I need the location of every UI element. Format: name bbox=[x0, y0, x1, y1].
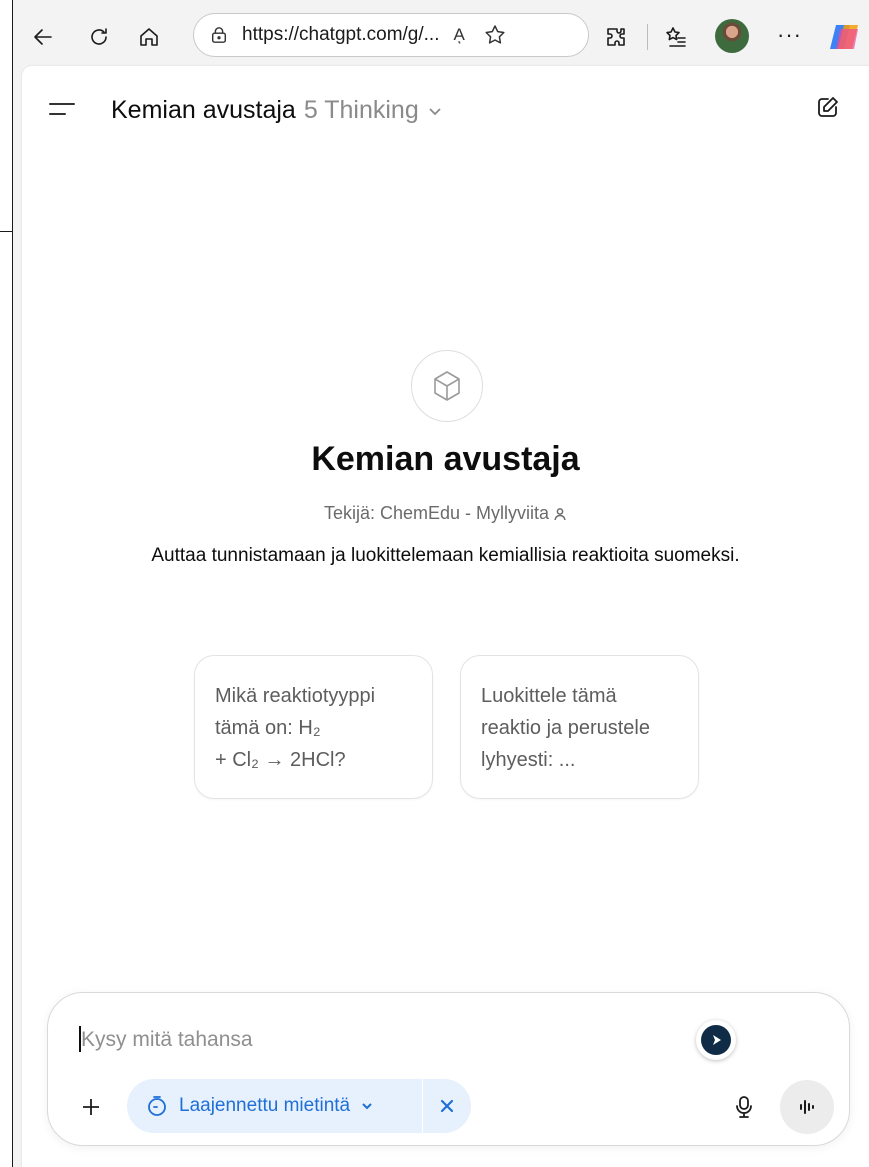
browser-toolbar: https://chatgpt.com/g/... Aͅ ··· bbox=[14, 0, 869, 72]
microphone-button[interactable] bbox=[717, 1080, 771, 1134]
chat-page: Kemian avustaja 5 Thinking Kemian avusta… bbox=[22, 66, 869, 1167]
conversation-starter[interactable]: Luokittele tämä reaktio ja perustele lyh… bbox=[460, 655, 699, 799]
microphone-icon bbox=[736, 1096, 752, 1118]
prompt-input[interactable] bbox=[81, 1023, 601, 1057]
gpt-author: Tekijä: ChemEdu - Myllyviita bbox=[22, 503, 869, 526]
model-selector[interactable]: Kemian avustaja 5 Thinking bbox=[111, 96, 443, 125]
extended-thinking-toggle[interactable]: Laajennettu mietintä bbox=[127, 1079, 471, 1133]
read-aloud-icon[interactable]: Aͅ bbox=[454, 25, 465, 45]
address-bar[interactable]: https://chatgpt.com/g/... Aͅ bbox=[193, 13, 589, 57]
mode-label: Laajennettu mietintä bbox=[179, 1095, 351, 1116]
plus-icon bbox=[83, 1099, 99, 1115]
starter-line: Luokittele tämä bbox=[481, 685, 617, 707]
home-icon[interactable] bbox=[132, 20, 166, 54]
person-icon bbox=[553, 505, 567, 526]
author-text: Tekijä: ChemEdu - Myllyviita bbox=[323, 503, 550, 523]
back-arrow-icon[interactable] bbox=[26, 20, 60, 54]
chevron-down-icon bbox=[427, 103, 443, 119]
url-text[interactable]: https://chatgpt.com/g/... bbox=[242, 24, 440, 46]
conversation-starter[interactable]: Mikä reaktiotyyppi tämä on: H₂ + Cl₂ → 2… bbox=[194, 655, 433, 799]
star-icon[interactable] bbox=[483, 23, 507, 47]
gpt-avatar bbox=[411, 350, 483, 422]
voice-wave-icon bbox=[800, 1100, 814, 1114]
more-dots-icon[interactable]: ··· bbox=[777, 22, 802, 48]
header-gpt-name: Kemian avustaja bbox=[111, 96, 296, 124]
puzzle-icon[interactable] bbox=[599, 20, 633, 54]
cube-icon bbox=[434, 371, 460, 401]
starter-line: tämä on: H₂ bbox=[215, 717, 321, 739]
starter-line: reaktio ja perustele bbox=[481, 717, 650, 739]
new-chat-icon[interactable] bbox=[815, 94, 843, 122]
toolbar-divider bbox=[647, 24, 648, 50]
message-composer: Laajennettu mietintä bbox=[47, 992, 850, 1146]
sidebar-toggle-icon[interactable] bbox=[49, 96, 79, 120]
voice-mode-button[interactable] bbox=[780, 1080, 834, 1134]
close-icon[interactable] bbox=[423, 1079, 471, 1133]
timer-icon bbox=[145, 1094, 169, 1118]
gpt-description: Auttaa tunnistamaan ja luokittelemaan ke… bbox=[151, 545, 740, 566]
extension-badge-icon[interactable] bbox=[696, 1020, 736, 1060]
window-edge bbox=[0, 0, 13, 1167]
refresh-icon[interactable] bbox=[82, 20, 116, 54]
starter-line: Mikä reaktiotyyppi bbox=[215, 685, 376, 707]
starter-line: + Cl₂ → 2HCl? bbox=[215, 749, 346, 771]
header-model-name: 5 Thinking bbox=[303, 96, 419, 124]
gpt-title: Kemian avustaja bbox=[311, 440, 580, 478]
chevron-down-icon[interactable] bbox=[360, 1099, 374, 1113]
profile-avatar[interactable] bbox=[715, 19, 749, 53]
lock-icon[interactable] bbox=[210, 25, 230, 45]
favorites-list-icon[interactable] bbox=[659, 20, 693, 54]
copilot-icon[interactable] bbox=[826, 19, 866, 55]
starter-line: lyhyesti: ... bbox=[481, 749, 576, 771]
add-attachment-button[interactable] bbox=[64, 1080, 118, 1134]
